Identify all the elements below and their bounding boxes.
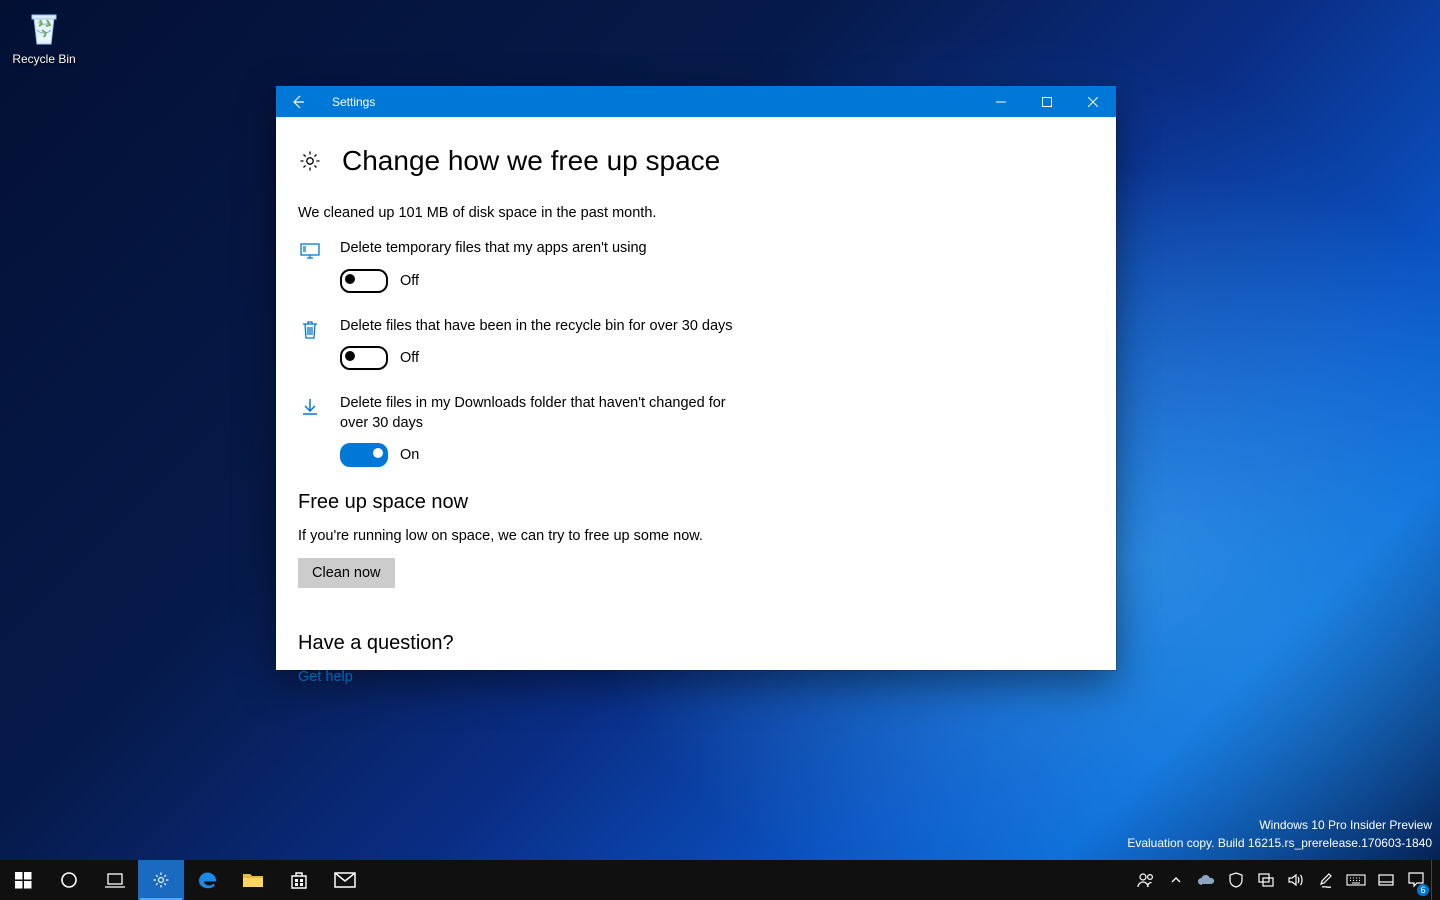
toggle-recycle-bin[interactable] — [340, 346, 388, 370]
gear-icon — [298, 149, 322, 173]
section-free-up-now-text: If you're running low on space, we can t… — [298, 528, 1094, 544]
notification-badge: 6 — [1417, 884, 1429, 896]
page-title: Change how we free up space — [342, 145, 720, 177]
taskbar-app-store[interactable] — [276, 860, 322, 900]
tray-network-icon[interactable] — [1251, 860, 1281, 900]
maximize-button[interactable] — [1024, 86, 1070, 117]
taskbar-app-edge[interactable] — [184, 860, 230, 900]
system-tray: 6 — [1131, 860, 1440, 900]
clean-now-button[interactable]: Clean now — [298, 558, 395, 588]
taskbar-app-mail[interactable] — [322, 860, 368, 900]
tray-onedrive-icon[interactable] — [1191, 860, 1221, 900]
tray-ink-icon[interactable] — [1311, 860, 1341, 900]
settings-window: Settings Change how we free up space We … — [276, 86, 1116, 670]
task-view-button[interactable] — [92, 860, 138, 900]
download-icon — [298, 394, 322, 418]
tray-people-icon[interactable] — [1131, 860, 1161, 900]
recycle-bin-icon — [8, 8, 80, 50]
cleanup-summary: We cleaned up 101 MB of disk space in th… — [298, 205, 1094, 221]
option-downloads: Delete files in my Downloads folder that… — [298, 394, 818, 467]
minimize-button[interactable] — [978, 86, 1024, 117]
window-title: Settings — [320, 95, 375, 109]
toggle-state: Off — [400, 273, 419, 289]
option-label: Delete temporary files that my apps aren… — [340, 239, 740, 259]
os-watermark: Windows 10 Pro Insider Preview Evaluatio… — [1127, 817, 1432, 852]
toggle-temp-files[interactable] — [340, 269, 388, 293]
option-label: Delete files in my Downloads folder that… — [340, 394, 740, 433]
trash-icon — [298, 317, 322, 341]
tray-action-center-icon[interactable]: 6 — [1401, 860, 1431, 900]
tray-input-icon[interactable] — [1371, 860, 1401, 900]
tray-security-icon[interactable] — [1221, 860, 1251, 900]
taskbar-app-settings[interactable] — [138, 860, 184, 900]
toggle-downloads[interactable] — [340, 443, 388, 467]
toggle-state: Off — [400, 350, 419, 366]
tray-expand-icon[interactable] — [1161, 860, 1191, 900]
desktop-icon-recycle-bin[interactable]: Recycle Bin — [8, 8, 80, 66]
section-question-title: Have a question? — [298, 632, 1094, 655]
tray-keyboard-icon[interactable] — [1341, 860, 1371, 900]
start-button[interactable] — [0, 860, 46, 900]
show-desktop-button[interactable] — [1431, 860, 1438, 900]
get-help-link[interactable]: Get help — [298, 669, 1094, 685]
option-label: Delete files that have been in the recyc… — [340, 317, 740, 337]
window-titlebar[interactable]: Settings — [276, 86, 1116, 117]
cortana-button[interactable] — [46, 860, 92, 900]
toggle-state: On — [400, 447, 419, 463]
section-free-up-now-title: Free up space now — [298, 491, 1094, 514]
taskbar: 6 — [0, 860, 1440, 900]
desktop-icon-label: Recycle Bin — [8, 52, 80, 66]
option-recycle-bin: Delete files that have been in the recyc… — [298, 317, 818, 371]
taskbar-app-explorer[interactable] — [230, 860, 276, 900]
monitor-icon — [298, 239, 322, 263]
option-temp-files: Delete temporary files that my apps aren… — [298, 239, 818, 293]
close-button[interactable] — [1070, 86, 1116, 117]
tray-volume-icon[interactable] — [1281, 860, 1311, 900]
back-button[interactable] — [276, 86, 320, 117]
